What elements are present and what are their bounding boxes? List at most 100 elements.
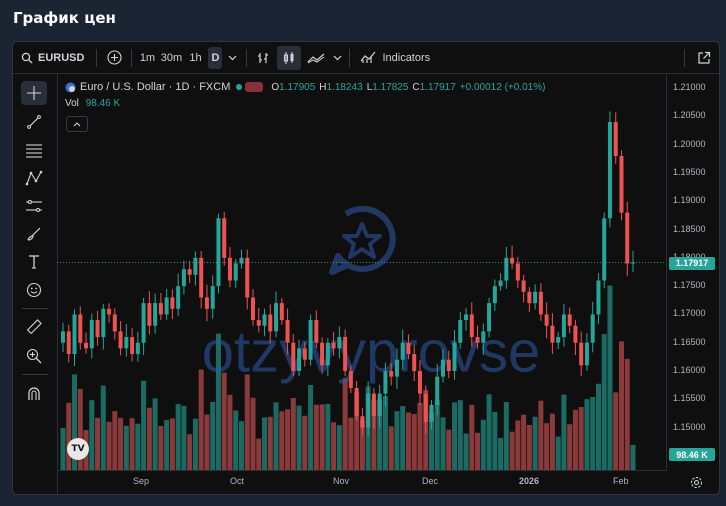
magnet-tool[interactable] bbox=[21, 382, 47, 406]
volume-bar bbox=[515, 420, 521, 470]
compare-symbol-button[interactable] bbox=[101, 42, 127, 73]
volume-bar bbox=[463, 433, 469, 470]
volume-bar bbox=[135, 423, 141, 470]
price-tick-label: 1.19500 bbox=[673, 167, 706, 177]
interval-dropdown[interactable] bbox=[222, 42, 242, 73]
pattern-tool[interactable] bbox=[21, 166, 47, 190]
volume-bar bbox=[158, 425, 164, 470]
volume-bar bbox=[238, 421, 244, 470]
price-chart[interactable]: otzyvyprovse bbox=[57, 74, 667, 470]
fib-lines-icon bbox=[26, 144, 42, 158]
candle-body bbox=[251, 297, 255, 321]
interval-1h[interactable]: 1h bbox=[184, 42, 206, 73]
open-key: O bbox=[271, 81, 280, 93]
candle-body bbox=[78, 314, 83, 343]
volume-bar bbox=[613, 392, 619, 470]
emoji-tool[interactable] bbox=[21, 278, 47, 302]
crosshair-tool[interactable] bbox=[21, 81, 47, 105]
trend-line-tool[interactable] bbox=[21, 110, 47, 134]
volume-bar bbox=[526, 424, 532, 470]
bar-style-button[interactable] bbox=[251, 42, 275, 73]
volume-bar bbox=[348, 417, 354, 470]
change-value: +0.00012 (+0.01%) bbox=[459, 81, 546, 93]
bars-icon bbox=[258, 52, 269, 63]
indicators-button[interactable]: Indicators bbox=[354, 42, 436, 73]
volume-bar bbox=[342, 378, 348, 470]
symbol-search[interactable]: EURUSD bbox=[13, 42, 92, 73]
brush-tool[interactable] bbox=[21, 222, 47, 246]
candle-body bbox=[268, 314, 273, 332]
smiley-icon bbox=[26, 282, 42, 298]
candle-body bbox=[510, 257, 515, 264]
candle-body bbox=[153, 303, 158, 326]
volume-bar bbox=[256, 438, 262, 470]
chart-settings-button[interactable] bbox=[685, 472, 707, 492]
volume-bar bbox=[290, 397, 296, 470]
candle-body bbox=[613, 122, 618, 157]
candle-body bbox=[302, 348, 307, 360]
volume-bar bbox=[382, 396, 388, 470]
volume-bar bbox=[146, 407, 152, 470]
interval-30m[interactable]: 30m bbox=[158, 42, 184, 73]
candle-body bbox=[343, 337, 348, 371]
candle-body bbox=[504, 257, 509, 281]
chart-type-dropdown[interactable] bbox=[329, 42, 345, 73]
text-icon bbox=[29, 255, 39, 269]
candle-body bbox=[527, 291, 532, 304]
trend-line-icon bbox=[27, 115, 41, 129]
candle-body bbox=[337, 337, 342, 349]
chevron-up-icon bbox=[73, 121, 81, 126]
volume-bar bbox=[331, 422, 337, 470]
time-label: Dec bbox=[422, 476, 439, 486]
candle-body bbox=[625, 212, 630, 264]
collapse-legend-button[interactable] bbox=[66, 116, 88, 132]
volume-bar bbox=[521, 414, 527, 470]
zoom-tool[interactable] bbox=[21, 344, 47, 368]
time-axis[interactable]: Sep Oct Nov Dec 2026 Feb bbox=[57, 470, 667, 494]
candle-body bbox=[164, 297, 169, 315]
magnet-icon bbox=[28, 387, 40, 400]
crosshair-icon bbox=[27, 86, 41, 100]
candle-body bbox=[556, 337, 561, 343]
candle-body bbox=[239, 257, 244, 264]
open-external-button[interactable] bbox=[689, 42, 719, 73]
toolbar-divider bbox=[96, 48, 98, 67]
volume-bar bbox=[302, 415, 308, 470]
fib-tool[interactable] bbox=[21, 138, 47, 162]
volume-bar bbox=[175, 404, 181, 470]
chevron-down-icon bbox=[333, 55, 342, 60]
area-style-button[interactable] bbox=[303, 42, 329, 73]
interval-1m[interactable]: 1m bbox=[136, 42, 158, 73]
volume-bar bbox=[273, 402, 279, 470]
candle-body bbox=[498, 280, 503, 287]
measure-tool[interactable] bbox=[21, 315, 47, 339]
prediction-tool[interactable] bbox=[21, 194, 47, 218]
text-tool[interactable] bbox=[21, 250, 47, 274]
pattern-icon bbox=[25, 170, 43, 186]
candle-body bbox=[417, 371, 422, 394]
price-tick-label: 1.20000 bbox=[673, 138, 706, 149]
interval-d-active[interactable]: D bbox=[208, 46, 223, 69]
candle-body bbox=[84, 342, 89, 349]
currency-flag-icon bbox=[65, 82, 76, 92]
candle-body bbox=[354, 387, 359, 417]
candle-body bbox=[579, 342, 584, 366]
candle-body bbox=[256, 320, 261, 326]
candle-body bbox=[170, 297, 175, 309]
candles-style-button[interactable] bbox=[277, 45, 302, 70]
price-axis[interactable]: 1.145001.150001.155001.160001.165001.170… bbox=[666, 74, 719, 470]
volume-bar bbox=[123, 425, 129, 470]
volume-bar bbox=[89, 400, 95, 470]
candle-body bbox=[297, 348, 302, 371]
volume-bar bbox=[118, 417, 124, 470]
open-value: 1.17905 bbox=[279, 81, 316, 93]
volume-bar bbox=[285, 409, 291, 470]
volume-bar bbox=[112, 411, 118, 470]
search-icon bbox=[21, 52, 33, 63]
chart-area[interactable]: otzyvyprovse Euro / U.S. Dollar · 1D · F… bbox=[57, 74, 719, 494]
chart-legend: Euro / U.S. Dollar · 1D · FXCM O 1.17905 … bbox=[65, 81, 545, 93]
chart-widget: EURUSD 1m 30m 1h D Indicators otzyvyprov… bbox=[12, 41, 720, 495]
price-tick-label: 1.18500 bbox=[673, 223, 706, 234]
candle-body bbox=[66, 331, 71, 355]
candle-body bbox=[573, 325, 578, 343]
